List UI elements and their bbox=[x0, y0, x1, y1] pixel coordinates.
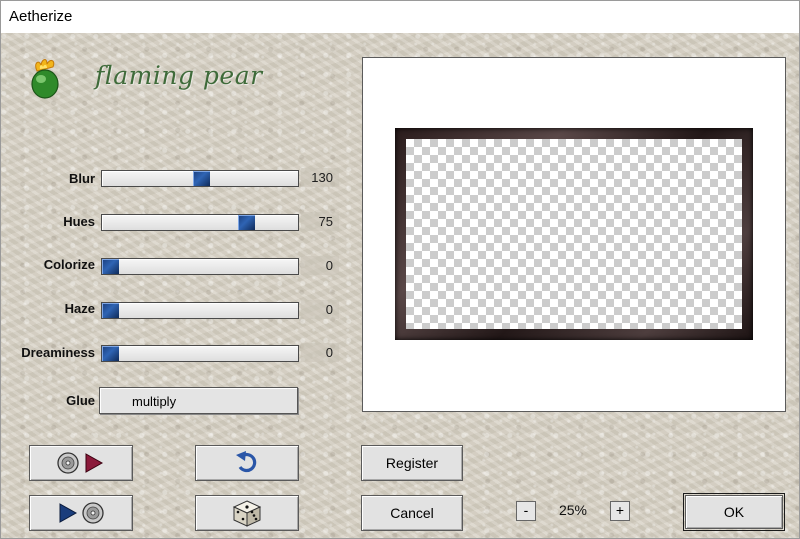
play-disc-icon bbox=[59, 502, 104, 524]
hues-value: 75 bbox=[301, 212, 339, 231]
dialog-client-area: flaming pear Blur 130 Hues 75 Colorize 0… bbox=[1, 33, 799, 538]
colorize-value: 0 bbox=[301, 256, 339, 275]
undo-button[interactable] bbox=[195, 445, 299, 481]
dreaminess-label: Dreaminess bbox=[21, 345, 95, 360]
hues-slider-thumb[interactable] bbox=[238, 215, 255, 230]
blur-value: 130 bbox=[301, 168, 339, 187]
brand-name: flaming pear bbox=[95, 61, 263, 90]
dreaminess-value: 0 bbox=[301, 343, 339, 362]
window-title: Aetherize bbox=[1, 1, 799, 33]
haze-slider[interactable] bbox=[101, 302, 299, 319]
zoom-level: 25% bbox=[558, 502, 588, 518]
randomize-button[interactable] bbox=[195, 495, 299, 531]
undo-arrow-icon bbox=[236, 451, 257, 473]
ok-button[interactable]: OK bbox=[683, 493, 785, 531]
preview-panel[interactable] bbox=[362, 57, 786, 412]
aetherize-window: Aetherize flaming pear Blur 130 Hues 75 … bbox=[0, 0, 800, 539]
dreaminess-slider[interactable] bbox=[101, 345, 299, 362]
load-preset-button[interactable] bbox=[29, 445, 133, 481]
hues-slider[interactable] bbox=[101, 214, 299, 231]
colorize-label: Colorize bbox=[43, 257, 95, 272]
blur-slider-thumb[interactable] bbox=[193, 171, 210, 186]
hues-label: Hues bbox=[63, 214, 95, 229]
zoom-in-button[interactable]: + bbox=[610, 501, 630, 521]
haze-label: Haze bbox=[64, 301, 95, 316]
cancel-button[interactable]: Cancel bbox=[361, 495, 463, 531]
haze-slider-thumb[interactable] bbox=[102, 303, 119, 318]
glue-mode-select[interactable]: multiply bbox=[99, 387, 298, 414]
haze-value: 0 bbox=[301, 300, 339, 319]
glue-label: Glue bbox=[66, 393, 95, 408]
transparency-checkerboard bbox=[406, 139, 742, 329]
colorize-slider[interactable] bbox=[101, 258, 299, 275]
zoom-out-button[interactable]: - bbox=[516, 501, 536, 521]
dice-icon bbox=[232, 500, 262, 527]
preview-image bbox=[395, 128, 753, 340]
colorize-slider-thumb[interactable] bbox=[102, 259, 119, 274]
disc-play-icon bbox=[57, 452, 104, 474]
dreaminess-slider-thumb[interactable] bbox=[102, 346, 119, 361]
save-preset-button[interactable] bbox=[29, 495, 133, 531]
flaming-pear-logo-icon bbox=[23, 55, 69, 101]
register-button[interactable]: Register bbox=[361, 445, 463, 481]
blur-slider[interactable] bbox=[101, 170, 299, 187]
blur-label: Blur bbox=[69, 171, 95, 186]
